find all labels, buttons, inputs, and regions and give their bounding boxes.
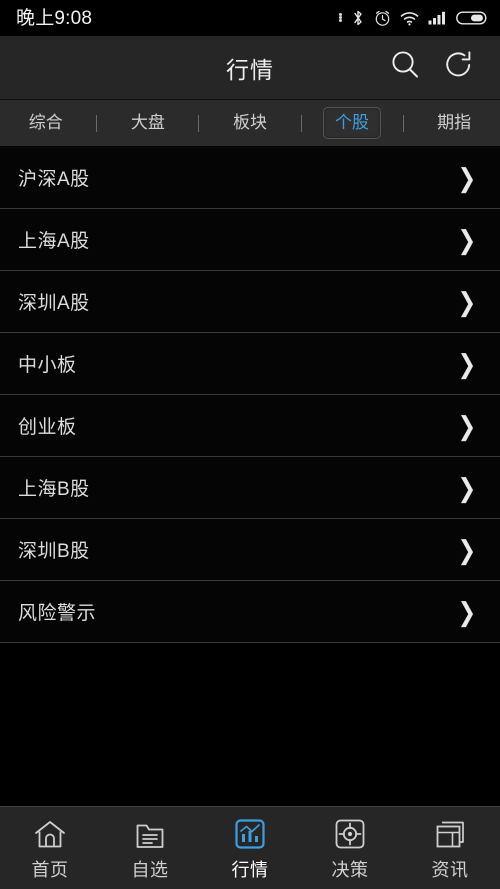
tab-gegu[interactable]: 个股 (323, 107, 382, 139)
list-item-label: 中小板 (18, 355, 77, 376)
tab-separator (402, 114, 404, 132)
market-category-list: 沪深A股 ❯ 上海A股 ❯ 深圳A股 ❯ 中小板 ❯ 创业板 ❯ 上海B股 ❯ … (0, 147, 500, 806)
more-dots-icon (339, 12, 342, 24)
status-bar: 晚上9:08 (0, 0, 500, 36)
list-item[interactable]: 上海B股 ❯ (0, 457, 500, 519)
tab-qizhi[interactable]: 期指 (425, 107, 483, 139)
nav-item-news[interactable]: 资讯 (400, 814, 500, 882)
list-item-label: 创业板 (18, 417, 77, 438)
list-item[interactable]: 深圳B股 ❯ (0, 519, 500, 581)
search-button[interactable] (386, 49, 424, 87)
list-item[interactable]: 创业板 ❯ (0, 395, 500, 457)
alarm-icon (374, 10, 391, 27)
bluetooth-icon (351, 9, 365, 27)
nav-item-decision[interactable]: 决策 (300, 814, 400, 882)
chevron-right-icon: ❯ (457, 472, 477, 503)
list-item-label: 深圳B股 (18, 541, 90, 562)
app-screen: 晚上9:08 行情 综合 大盘 板块 个股 期指 沪深A股 ❯ 上海A股 ❯ 深… (0, 0, 500, 889)
chevron-right-icon: ❯ (457, 224, 477, 255)
tab-zonghe[interactable]: 综合 (17, 107, 75, 139)
chevron-right-icon: ❯ (457, 162, 477, 193)
list-item[interactable]: 风险警示 ❯ (0, 581, 500, 643)
battery-icon (456, 10, 488, 26)
nav-label-home: 首页 (31, 860, 69, 880)
header-actions (386, 49, 500, 87)
nav-item-quotes[interactable]: 行情 (200, 814, 300, 882)
chevron-right-icon: ❯ (457, 534, 477, 565)
list-item[interactable]: 中小板 ❯ (0, 333, 500, 395)
search-icon (388, 48, 422, 87)
app-header: 行情 (0, 36, 500, 100)
quotes-chart-icon (234, 818, 266, 850)
tab-dapan[interactable]: 大盘 (119, 107, 177, 139)
nav-label-decision: 决策 (331, 860, 369, 880)
signal-icon (428, 11, 447, 25)
list-item[interactable]: 深圳A股 ❯ (0, 271, 500, 333)
list-item-label: 风险警示 (18, 603, 97, 624)
chevron-right-icon: ❯ (457, 348, 477, 379)
refresh-button[interactable] (440, 49, 478, 87)
news-icon (434, 818, 466, 850)
status-time: 晚上9:08 (16, 7, 93, 29)
list-item-label: 上海B股 (18, 479, 90, 500)
list-item[interactable]: 沪深A股 ❯ (0, 147, 500, 209)
list-item-label: 深圳A股 (18, 293, 90, 314)
nav-item-home[interactable]: 首页 (0, 814, 100, 882)
target-icon (334, 818, 366, 850)
nav-label-news: 资讯 (431, 860, 469, 880)
nav-label-quotes: 行情 (231, 860, 269, 880)
list-item-label: 上海A股 (18, 231, 90, 252)
tab-separator (198, 114, 200, 132)
nav-label-watchlist: 自选 (131, 860, 169, 880)
list-item-label: 沪深A股 (18, 169, 90, 190)
tab-bankuai[interactable]: 板块 (221, 107, 279, 139)
bottom-navigation: 首页 自选 行情 决策 资讯 (0, 806, 500, 889)
refresh-icon (442, 48, 476, 87)
tab-separator (300, 114, 302, 132)
wifi-icon (400, 11, 419, 26)
nav-item-watchlist[interactable]: 自选 (100, 814, 200, 882)
home-icon (33, 818, 67, 850)
tab-separator (96, 114, 98, 132)
watchlist-icon (135, 818, 165, 850)
chevron-right-icon: ❯ (457, 596, 477, 627)
category-tabs: 综合 大盘 板块 个股 期指 (0, 100, 500, 147)
chevron-right-icon: ❯ (457, 410, 477, 441)
status-icons (339, 9, 488, 27)
chevron-right-icon: ❯ (457, 286, 477, 317)
list-item[interactable]: 上海A股 ❯ (0, 209, 500, 271)
